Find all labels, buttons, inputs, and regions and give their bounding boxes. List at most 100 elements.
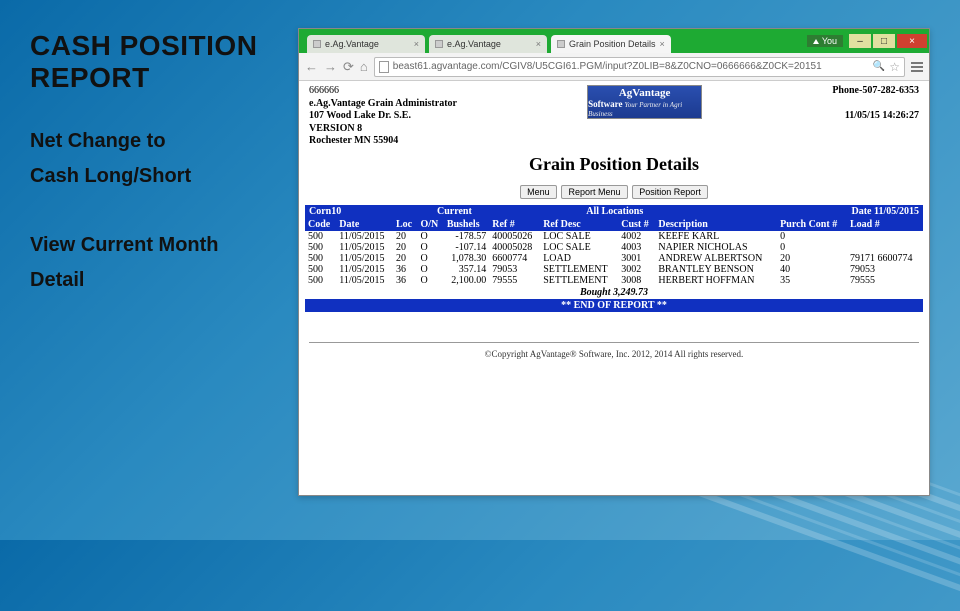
table-cell: 500 [305,242,336,253]
table-cell: LOC SALE [540,231,618,242]
divider [309,342,919,343]
company-city: Rochester MN 55904 [309,135,457,148]
column-header: Code [305,218,336,231]
slide-bullet: Cash Long/Short [30,165,290,188]
table-cell: 4003 [618,242,655,253]
totals-row: Bought 3,249.73 [305,286,923,299]
column-header: Bushels [444,218,489,231]
table-cell: KEEFE KARL [655,231,777,242]
table-cell: O [417,264,443,275]
table-cell: LOAD [540,253,618,264]
forward-button[interactable]: → [324,59,337,74]
browser-window: e.Ag.Vantage × e.Ag.Vantage × Grain Posi… [298,28,930,496]
hamburger-menu-icon[interactable] [911,62,923,72]
profile-label: You [822,36,837,46]
column-header: Date [336,218,393,231]
slide-bullet: Detail [30,269,290,292]
table-cell: 79171 6600774 [847,253,923,264]
table-cell: 1,078.30 [444,253,489,264]
table-cell: 6600774 [489,253,540,264]
minimize-button[interactable]: – [849,34,871,48]
table-cell: O [417,242,443,253]
back-button[interactable]: ← [305,59,318,74]
report-grid: Corn10 Current All Locations Date 11/05/… [305,205,923,312]
browser-tab[interactable]: e.Ag.Vantage × [307,35,425,53]
table-cell: 36 [393,264,417,275]
table-cell: SETTLEMENT [540,275,618,286]
table-cell: 36 [393,275,417,286]
tab-label: Grain Position Details [569,39,656,49]
page-title: Grain Position Details [299,154,929,175]
browser-tab[interactable]: Grain Position Details × [551,35,671,53]
column-header: O/N [417,218,443,231]
profile-badge[interactable]: You [807,35,843,47]
copyright-text: ©Copyright AgVantage® Software, Inc. 201… [299,349,929,359]
url-bar[interactable]: beast61.agvantage.com/CGIV8/U5CGI61.PGM/… [374,57,905,77]
close-tab-icon[interactable]: × [660,39,665,49]
tab-strip: e.Ag.Vantage × e.Ag.Vantage × Grain Posi… [299,29,671,53]
triangle-icon [813,39,819,44]
table-cell: 3008 [618,275,655,286]
close-tab-icon[interactable]: × [536,39,541,49]
logo-line2: Software [588,99,622,109]
agvantage-logo: AgVantage Software Your Partner in Agri … [587,85,702,119]
table-cell: 11/05/2015 [336,264,393,275]
table-cell: BRANTLEY BENSON [655,264,777,275]
table-cell: 20 [777,253,847,264]
tab-label: e.Ag.Vantage [325,39,379,49]
table-cell: 40005028 [489,242,540,253]
table-cell [847,242,923,253]
slide-title: CASH POSITION REPORT [30,30,290,94]
page-icon [379,61,389,73]
company-number: 666666 [309,85,457,98]
company-version: VERSION 8 [309,123,457,136]
home-button[interactable]: ⌂ [360,59,368,74]
table-row: 50011/05/201536O2,100.0079555SETTLEMENT3… [305,275,923,286]
grid-all-locations: All Locations [586,206,643,217]
table-cell: NAPIER NICHOLAS [655,242,777,253]
table-cell: 20 [393,242,417,253]
table-cell: 2,100.00 [444,275,489,286]
end-of-report-bar: ** END OF REPORT ** [305,299,923,312]
table-cell: 500 [305,264,336,275]
table-cell: 20 [393,253,417,264]
table-row: 50011/05/201520O-107.1440005028LOC SALE4… [305,242,923,253]
report-menu-button[interactable]: Report Menu [561,185,627,199]
table-cell: 79555 [489,275,540,286]
position-report-button[interactable]: Position Report [632,185,708,199]
table-cell: 40005026 [489,231,540,242]
favicon-icon [557,40,565,48]
table-cell: O [417,253,443,264]
column-header: Ref Desc [540,218,618,231]
company-address: 107 Wood Lake Dr. S.E. [309,110,457,123]
table-cell: 79555 [847,275,923,286]
search-icon[interactable]: 🔍 [873,61,885,72]
table-cell [847,231,923,242]
table-cell: 0 [777,242,847,253]
table-cell: 500 [305,253,336,264]
company-block: 666666 e.Ag.Vantage Grain Administrator … [309,85,457,148]
contact-block: Phone-507-282-6353 11/05/15 14:26:27 [832,85,919,148]
column-header: Cust # [618,218,655,231]
table-cell: 357.14 [444,264,489,275]
favicon-icon [313,40,321,48]
column-header: Load # [847,218,923,231]
bookmark-star-icon[interactable]: ☆ [889,60,900,74]
close-window-button[interactable]: × [897,34,927,48]
table-cell: 500 [305,275,336,286]
browser-tab[interactable]: e.Ag.Vantage × [429,35,547,53]
phone-number: Phone-507-282-6353 [832,85,919,96]
table-cell: 40 [777,264,847,275]
timestamp: 11/05/15 14:26:27 [832,110,919,121]
maximize-button[interactable]: □ [873,34,895,48]
table-cell: 0 [777,231,847,242]
table-cell: 35 [777,275,847,286]
table-cell: ANDREW ALBERTSON [655,253,777,264]
table-cell: 11/05/2015 [336,275,393,286]
table-cell: -178.57 [444,231,489,242]
reload-button[interactable]: ⟳ [343,59,354,75]
menu-button[interactable]: Menu [520,185,557,199]
close-tab-icon[interactable]: × [414,39,419,49]
company-name: e.Ag.Vantage Grain Administrator [309,98,457,111]
slide-title-line1: CASH POSITION [30,30,257,61]
